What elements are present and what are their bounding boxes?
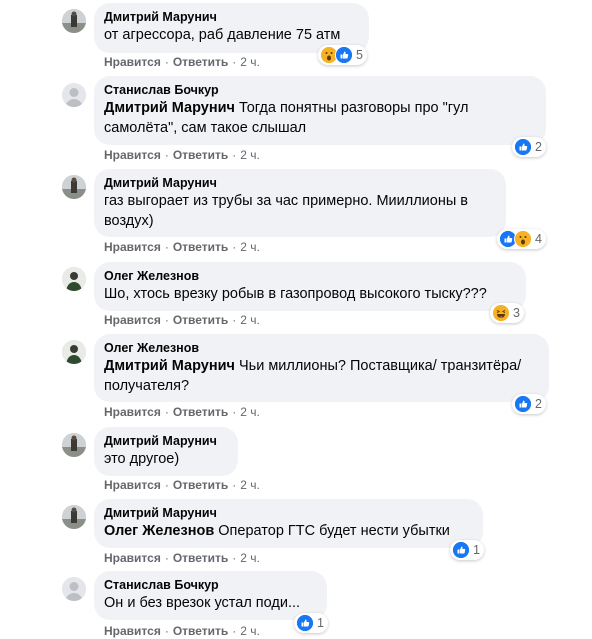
reaction-count: 5: [356, 48, 363, 62]
like-button[interactable]: Нравится: [104, 405, 161, 419]
like-reaction-icon: [296, 614, 314, 632]
comment-text: Он и без врезок устал поди...: [104, 595, 301, 611]
mention-link[interactable]: Дмитрий Марунич: [104, 358, 235, 374]
mention-link[interactable]: Олег Железнов: [104, 523, 214, 539]
like-button[interactable]: Нравится: [104, 55, 161, 69]
reaction-summary[interactable]: 4: [497, 229, 546, 249]
comment-text: от агрессора, раб давление 75 атм: [104, 27, 341, 43]
comment-author[interactable]: Дмитрий Марунич: [104, 505, 473, 521]
haha-reaction-icon: [492, 304, 510, 322]
reaction-summary[interactable]: 1: [294, 613, 328, 633]
like-button[interactable]: Нравится: [104, 551, 161, 565]
reply-button[interactable]: Ответить: [173, 240, 228, 254]
reaction-summary[interactable]: 3: [490, 303, 524, 323]
reaction-summary[interactable]: 5: [318, 45, 367, 65]
comment-time[interactable]: 2 ч.: [240, 624, 260, 638]
reaction-count: 1: [473, 543, 480, 557]
comment-author[interactable]: Олег Железнов: [104, 268, 516, 284]
comment-author[interactable]: Дмитрий Марунич: [104, 433, 228, 449]
comment-time[interactable]: 2 ч.: [240, 148, 260, 162]
comment-author[interactable]: Олег Железнов: [104, 340, 539, 356]
avatar[interactable]: [62, 577, 86, 601]
avatar[interactable]: [62, 9, 86, 33]
reaction-summary[interactable]: 2: [512, 137, 546, 157]
avatar[interactable]: [62, 433, 86, 457]
comment-time[interactable]: 2 ч.: [240, 313, 260, 327]
like-button[interactable]: Нравится: [104, 148, 161, 162]
reply-button[interactable]: Ответить: [173, 313, 228, 327]
comment-bubble: Станислав Бочкур Дмитрий Марунич Тогда п…: [94, 76, 546, 145]
avatar[interactable]: [62, 175, 86, 199]
comment-text: это другое): [104, 451, 180, 467]
reply-button[interactable]: Ответить: [173, 148, 228, 162]
comment-time[interactable]: 2 ч.: [240, 55, 260, 69]
reaction-count: 2: [535, 140, 542, 154]
reaction-count: 1: [317, 616, 324, 630]
comment-bubble: Дмитрий Марунич это другое): [94, 427, 238, 476]
comment-bubble: Олег Железнов Дмитрий Марунич Чьи миллио…: [94, 334, 549, 402]
avatar[interactable]: [62, 267, 86, 291]
like-button[interactable]: Нравится: [104, 478, 161, 492]
reply-button[interactable]: Ответить: [173, 624, 228, 638]
avatar[interactable]: [62, 505, 86, 529]
reply-button[interactable]: Ответить: [173, 55, 228, 69]
like-button[interactable]: Нравится: [104, 313, 161, 327]
comment-time[interactable]: 2 ч.: [240, 240, 260, 254]
reaction-count: 3: [513, 306, 520, 320]
like-button[interactable]: Нравится: [104, 240, 161, 254]
avatar[interactable]: [62, 340, 86, 364]
comment-author[interactable]: Станислав Бочкур: [104, 577, 317, 593]
comment-time[interactable]: 2 ч.: [240, 478, 260, 492]
like-reaction-icon: [514, 395, 532, 413]
comment-bubble: Дмитрий Марунич Олег Железнов Оператор Г…: [94, 499, 483, 548]
comment-bubble: Дмитрий Марунич газ выгорает из трубы за…: [94, 169, 506, 237]
wow-reaction-icon: [514, 230, 532, 248]
reaction-count: 2: [535, 397, 542, 411]
reaction-count: 4: [535, 232, 542, 246]
comment-time[interactable]: 2 ч.: [240, 551, 260, 565]
comment-time[interactable]: 2 ч.: [240, 405, 260, 419]
comment-text: Оператор ГТС будет нести убытки: [218, 523, 450, 539]
comment-text: Шо, хтось врезку робыв в газопровод высо…: [104, 286, 487, 302]
comment-author[interactable]: Дмитрий Марунич: [104, 175, 496, 191]
comment-text: газ выгорает из трубы за час примерно. М…: [104, 193, 468, 229]
comment-bubble: Олег Железнов Шо, хтось врезку робыв в г…: [94, 262, 526, 311]
comment-bubble: Станислав Бочкур Он и без врезок устал п…: [94, 571, 327, 620]
reaction-summary[interactable]: 1: [450, 540, 484, 560]
reply-button[interactable]: Ответить: [173, 405, 228, 419]
comment-author[interactable]: Дмитрий Марунич: [104, 9, 359, 25]
like-button[interactable]: Нравится: [104, 624, 161, 638]
reaction-summary[interactable]: 2: [512, 394, 546, 414]
like-reaction-icon: [514, 138, 532, 156]
mention-link[interactable]: Дмитрий Марунич: [104, 100, 235, 116]
comment-author[interactable]: Станислав Бочкур: [104, 82, 536, 98]
reply-button[interactable]: Ответить: [173, 551, 228, 565]
reply-button[interactable]: Ответить: [173, 478, 228, 492]
like-reaction-icon: [335, 46, 353, 64]
avatar[interactable]: [62, 83, 86, 107]
like-reaction-icon: [452, 541, 470, 559]
